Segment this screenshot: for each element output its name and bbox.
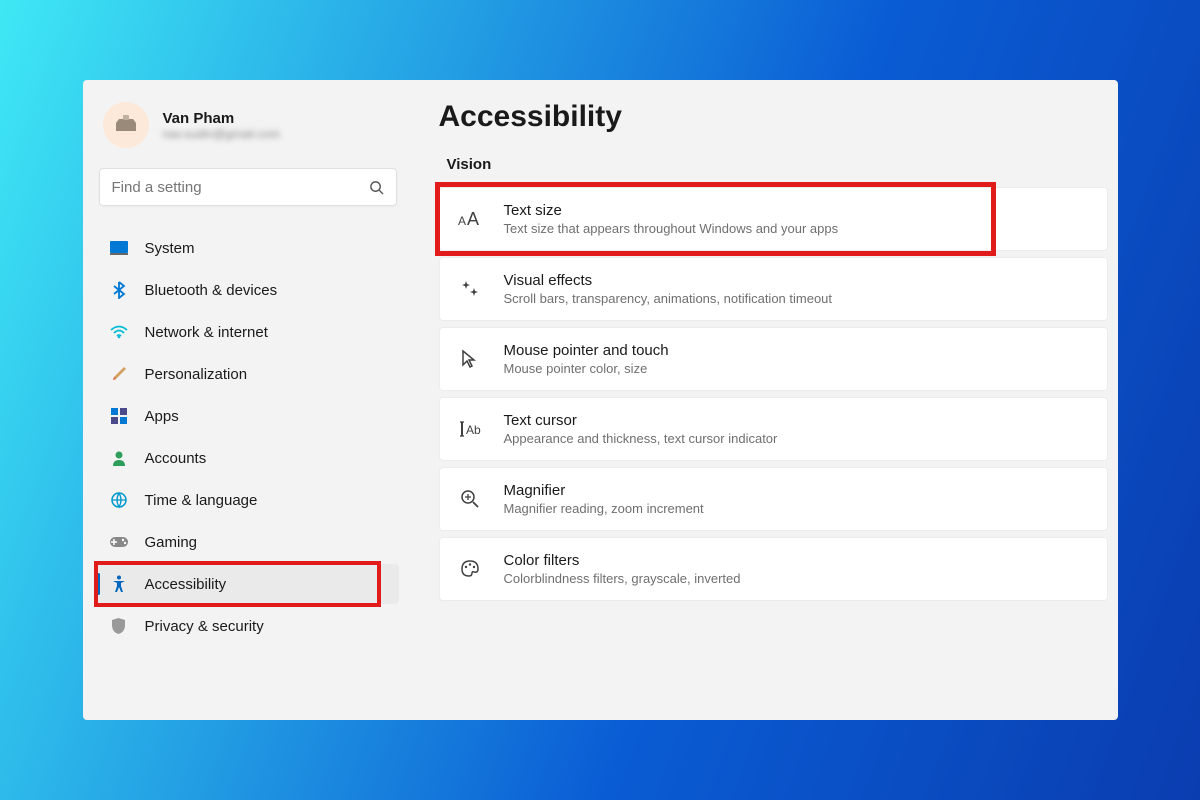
sidebar-item-label: Gaming [145,534,198,551]
profile-block[interactable]: Van Pham nav.sudin@gmail.com [97,98,399,162]
wifi-icon [109,322,129,342]
card-title: Visual effects [504,272,833,289]
profile-email: nav.sudin@gmail.com [163,127,280,141]
cursor-icon [458,347,482,371]
svg-text:A: A [467,209,479,229]
card-title: Text cursor [504,412,778,429]
sidebar-item-label: Privacy & security [145,618,264,635]
sidebar-item-label: Time & language [145,492,258,509]
sparkle-icon [458,277,482,301]
search-input[interactable] [112,179,369,196]
card-desc: Magnifier reading, zoom increment [504,501,704,516]
card-color-filters[interactable]: Color filters Colorblindness filters, gr… [439,537,1108,601]
sidebar-item-label: Personalization [145,366,248,383]
card-title: Mouse pointer and touch [504,342,669,359]
avatar [103,102,149,148]
paintbrush-icon [109,364,129,384]
profile-text: Van Pham nav.sudin@gmail.com [163,110,280,141]
card-text-cursor[interactable]: Ab Text cursor Appearance and thickness,… [439,397,1108,461]
settings-window: Van Pham nav.sudin@gmail.com System [83,80,1118,720]
card-desc: Appearance and thickness, text cursor in… [504,431,778,446]
sidebar-item-network[interactable]: Network & internet [97,312,399,352]
sidebar-item-label: Accounts [145,450,207,467]
globe-clock-icon [109,490,129,510]
search-box[interactable] [99,168,397,206]
card-list: AA Text size Text size that appears thro… [439,187,1108,601]
sidebar-item-label: Apps [145,408,179,425]
palette-icon [458,557,482,581]
card-desc: Text size that appears throughout Window… [504,221,839,236]
card-desc: Scroll bars, transparency, animations, n… [504,291,833,306]
card-desc: Colorblindness filters, grayscale, inver… [504,571,741,586]
card-title: Color filters [504,552,741,569]
main-panel: Accessibility Vision AA Text size Text s… [413,80,1118,720]
card-text-size[interactable]: AA Text size Text size that appears thro… [439,187,1108,251]
card-visual-effects[interactable]: Visual effects Scroll bars, transparency… [439,257,1108,321]
avatar-icon [113,115,139,135]
sidebar-item-label: Bluetooth & devices [145,282,278,299]
nav-list: System Bluetooth & devices Network & int… [97,228,399,646]
card-title: Text size [504,202,839,219]
sidebar-item-privacy[interactable]: Privacy & security [97,606,399,646]
system-icon [109,238,129,258]
sidebar-item-label: System [145,240,195,257]
text-size-icon: AA [458,207,482,231]
card-desc: Mouse pointer color, size [504,361,669,376]
card-magnifier[interactable]: Magnifier Magnifier reading, zoom increm… [439,467,1108,531]
svg-text:Ab: Ab [466,423,481,437]
search-icon [369,180,384,195]
gamepad-icon [109,532,129,552]
sidebar-item-accessibility[interactable]: Accessibility [97,564,399,604]
person-icon [109,448,129,468]
magnifier-icon [458,487,482,511]
sidebar-item-accounts[interactable]: Accounts [97,438,399,478]
shield-icon [109,616,129,636]
apps-icon [109,406,129,426]
profile-name: Van Pham [163,110,280,127]
bluetooth-icon [109,280,129,300]
text-cursor-icon: Ab [458,417,482,441]
sidebar: Van Pham nav.sudin@gmail.com System [83,80,413,720]
svg-text:A: A [458,214,466,228]
section-title: Vision [447,156,1108,173]
accessibility-icon [109,574,129,594]
sidebar-item-gaming[interactable]: Gaming [97,522,399,562]
sidebar-item-bluetooth[interactable]: Bluetooth & devices [97,270,399,310]
sidebar-item-label: Accessibility [145,576,227,593]
sidebar-item-personalization[interactable]: Personalization [97,354,399,394]
sidebar-item-apps[interactable]: Apps [97,396,399,436]
sidebar-item-label: Network & internet [145,324,268,341]
page-title: Accessibility [439,100,1108,134]
sidebar-item-system[interactable]: System [97,228,399,268]
card-mouse-pointer[interactable]: Mouse pointer and touch Mouse pointer co… [439,327,1108,391]
sidebar-item-time-language[interactable]: Time & language [97,480,399,520]
card-title: Magnifier [504,482,704,499]
